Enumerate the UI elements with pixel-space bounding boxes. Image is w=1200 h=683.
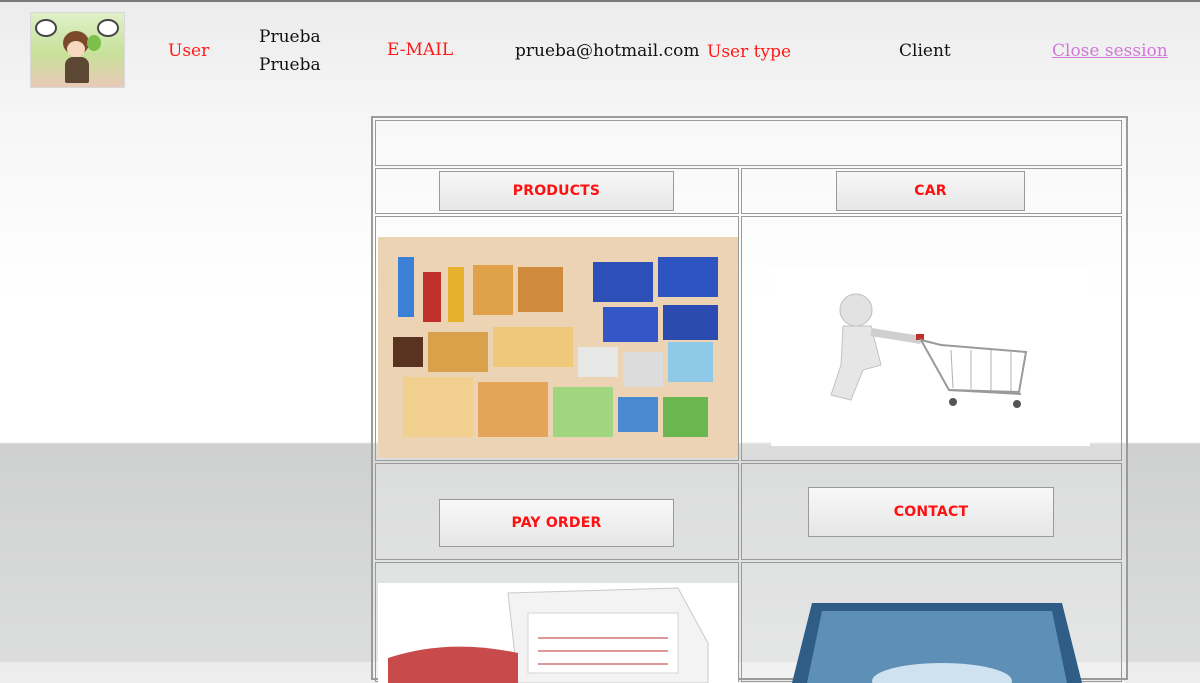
close-session-link[interactable]: Close session [1052, 41, 1168, 61]
pay-order-image[interactable] [378, 583, 738, 683]
contact-image-cell [741, 562, 1122, 683]
contact-image[interactable] [782, 593, 1092, 683]
avatar-face [67, 41, 85, 57]
products-image[interactable] [378, 237, 738, 458]
user-label: User [168, 41, 210, 61]
leaf-icon [87, 35, 101, 51]
products-cell: PRODUCTS [375, 168, 739, 214]
user-type-value: Client [899, 41, 951, 61]
email-value: prueba@hotmail.com [515, 41, 700, 61]
car-button[interactable]: CAR [836, 171, 1025, 211]
grid-header-row [375, 120, 1122, 166]
car-cell: CAR [741, 168, 1122, 214]
user-type-label: User type [707, 42, 792, 62]
pay-order-image-cell [375, 562, 739, 683]
menu-grid: PRODUCTS CAR PAY ORDER CONTACT [371, 116, 1128, 683]
panda-icon [97, 19, 119, 37]
user-value-line1: Prueba [259, 27, 321, 47]
user-avatar [30, 12, 125, 88]
avatar-body [65, 57, 89, 83]
top-border [0, 0, 1200, 2]
shopping-cart-icon [830, 293, 1028, 408]
products-button[interactable]: PRODUCTS [439, 171, 674, 211]
groceries-image [378, 237, 738, 458]
panda-icon [35, 19, 57, 37]
pay-order-cell: PAY ORDER [375, 463, 739, 560]
contact-button[interactable]: CONTACT [808, 487, 1054, 537]
contact-cell: CONTACT [741, 463, 1122, 560]
car-image-cell [741, 216, 1122, 461]
address-book-icon [792, 603, 1082, 683]
car-image[interactable] [771, 270, 1090, 446]
products-image-cell [375, 216, 739, 461]
pay-order-button[interactable]: PAY ORDER [439, 499, 674, 547]
email-label: E-MAIL [387, 40, 454, 60]
receipt-icon [388, 587, 709, 683]
user-value-line2: Prueba [259, 55, 321, 75]
